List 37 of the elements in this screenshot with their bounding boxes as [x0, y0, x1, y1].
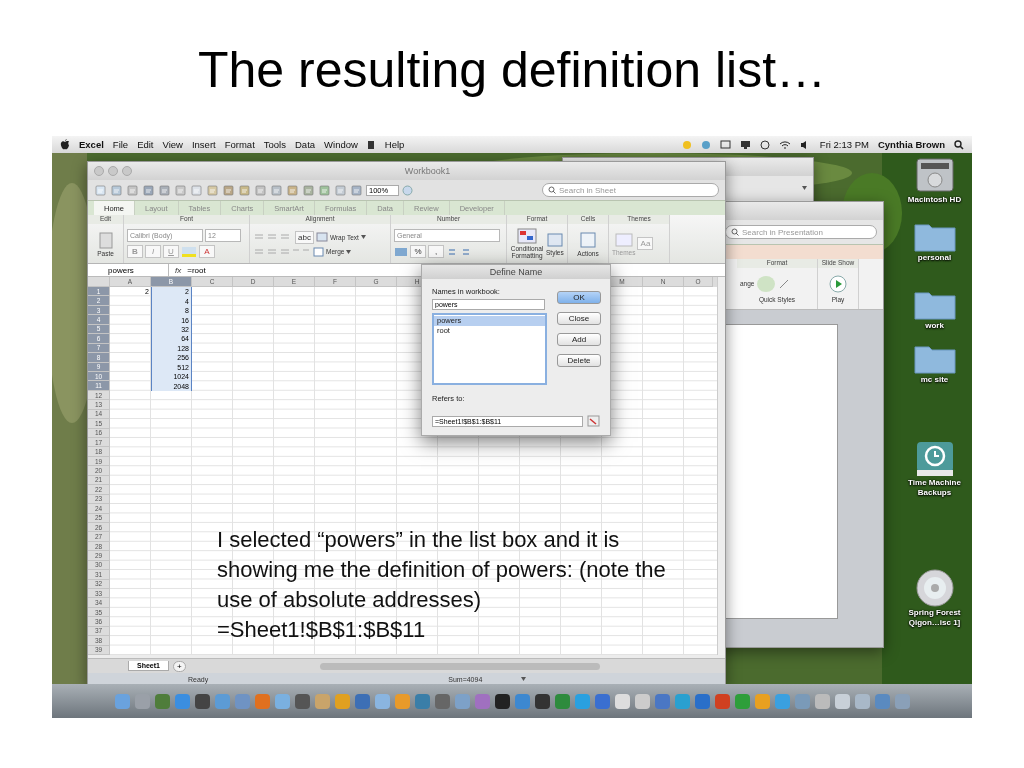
desktop-icon-label[interactable]: Macintosh HD	[898, 195, 971, 205]
window-title: Workbook1	[403, 166, 452, 176]
menu-item[interactable]: View	[162, 139, 183, 150]
menu-item[interactable]: Tools	[263, 139, 286, 150]
menu-item[interactable]: Insert	[191, 139, 216, 150]
menu-item[interactable]: File	[112, 139, 129, 150]
dialog-button[interactable]: Close	[557, 312, 601, 325]
dialog-button[interactable]: Delete	[557, 354, 601, 367]
desktop-icon-label[interactable]: personal	[898, 253, 971, 263]
function-label[interactable]: fx	[175, 265, 182, 275]
search-field[interactable]: Search in Presentation	[725, 225, 877, 239]
menu-item[interactable]: Excel	[79, 139, 104, 150]
desktop-icon-label[interactable]: Time Machine Backups	[898, 478, 971, 498]
desktop-icon-label[interactable]: mc site	[898, 375, 971, 385]
add-sheet-button[interactable]: +	[172, 660, 186, 672]
menu-item[interactable]: Data	[295, 139, 316, 150]
search-field[interactable]: Search in Sheet	[542, 183, 719, 197]
user-name[interactable]: Cynthia Brown	[877, 139, 945, 150]
slide-title: The resulting definition list…	[197, 41, 827, 100]
menu-item[interactable]: Help	[384, 139, 405, 150]
font-color-button[interactable]: A	[199, 245, 215, 258]
comma-button[interactable]: ,	[428, 245, 444, 258]
menu-clock[interactable]: Fri 2:13 PM	[819, 139, 869, 150]
desktop-icon-label[interactable]: work	[898, 321, 971, 331]
formula-field[interactable]: =root	[187, 265, 206, 275]
annotation-text: I selected “powers” in the list box and it is showing me the definition of powers: (note the use of absolute addresses)	[217, 526, 667, 614]
annotation-formula: =Sheet1!$B$1:$B$11	[217, 616, 427, 644]
name-box[interactable]: powers	[88, 264, 169, 276]
dialog-title: Define Name	[422, 265, 610, 279]
percent-button[interactable]: %	[410, 245, 426, 258]
menu-item[interactable]: Window	[324, 139, 358, 150]
menu-item[interactable]: Format	[224, 139, 255, 150]
dialog-button[interactable]: Add	[557, 333, 601, 346]
desktop-icon-label[interactable]: Spring Forest Qigon…isc 1]	[898, 608, 971, 628]
menu-item[interactable]: Edit	[137, 139, 154, 150]
dialog-button[interactable]: OK	[557, 291, 601, 304]
orientation-button[interactable]: abc	[295, 230, 314, 244]
